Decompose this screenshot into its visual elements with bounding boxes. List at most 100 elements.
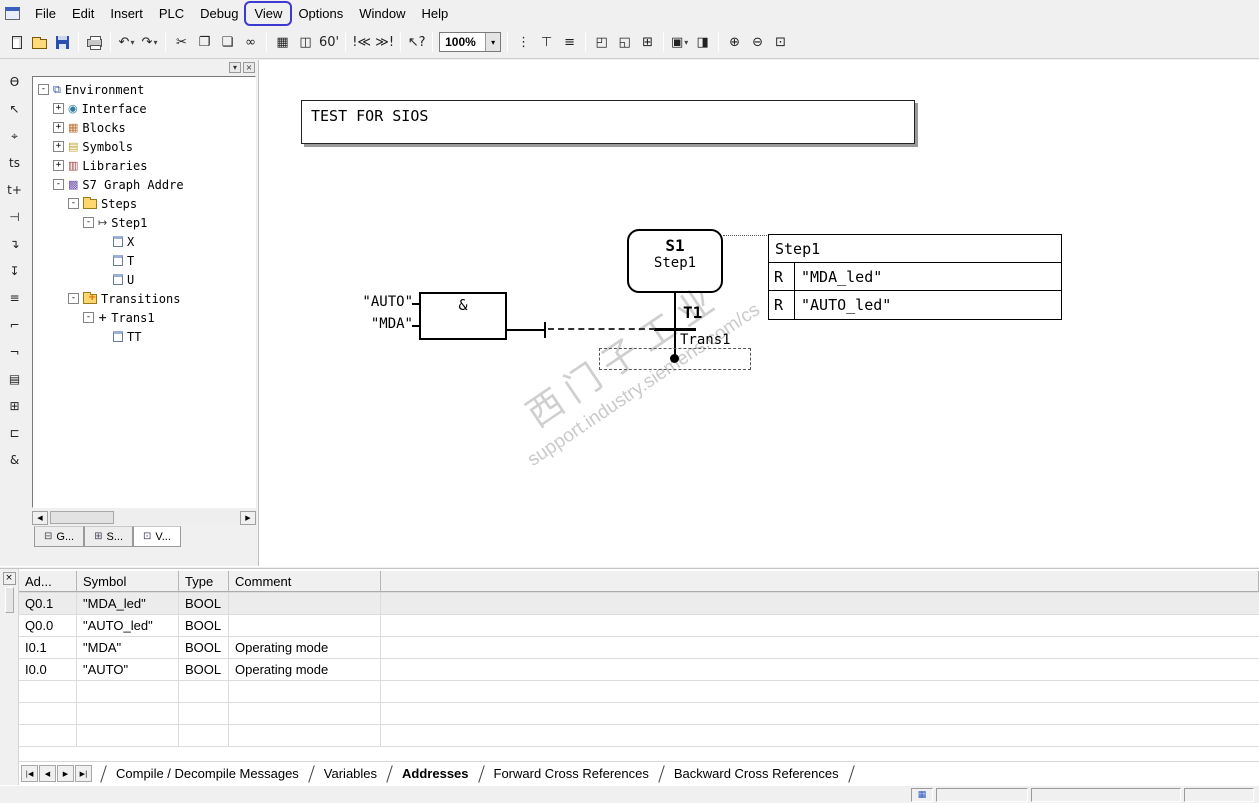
details-close-button[interactable]: × [2, 572, 16, 585]
and-input-mda[interactable]: "MDA" [343, 316, 413, 332]
tab-forward-cross-references[interactable]: Forward Cross References [492, 766, 651, 781]
insert-jump-tool-button[interactable]: ↴ [4, 234, 25, 254]
zoom-select[interactable]: 100% ▾ [439, 32, 502, 52]
tree-tab-sequencer[interactable]: ⊞ S... [84, 526, 134, 547]
table-row[interactable]: I0.1 "MDA" BOOL Operating mode [19, 637, 1259, 659]
open-button[interactable] [28, 31, 51, 53]
and-block[interactable]: & [419, 292, 507, 340]
first-tab-button[interactable]: |◀ [21, 765, 38, 782]
single-step-view-button[interactable]: ⊤ [535, 31, 558, 53]
insert-transition-tool-button[interactable]: t+ [4, 180, 25, 200]
table-row-empty[interactable] [19, 681, 1259, 703]
graph-editor-canvas[interactable]: 西门子工业 support.industry.siemens.com/cs TE… [258, 60, 1259, 566]
action-table[interactable]: Step1 R "MDA_led" R "AUTO_led" [768, 234, 1062, 320]
show-symbols-button[interactable]: ◰ [590, 31, 613, 53]
expander-icon[interactable]: - [83, 312, 94, 323]
new-button[interactable] [5, 31, 28, 53]
step-s1-box[interactable]: S1 Step1 [627, 229, 723, 293]
chevron-down-icon[interactable]: ▾ [485, 33, 501, 51]
table-row-empty[interactable] [19, 725, 1259, 747]
tree-horizontal-scrollbar[interactable]: ◀ ▶ [32, 510, 256, 525]
undo-button[interactable]: ↶ ▾ [115, 31, 138, 53]
tab-backward-cross-references[interactable]: Backward Cross References [672, 766, 841, 781]
menu-edit[interactable]: Edit [64, 3, 102, 24]
menu-file[interactable]: File [27, 3, 64, 24]
insert-call-tool-button[interactable]: ⊏ [4, 423, 25, 443]
insert-action-tool-button[interactable]: ▤ [4, 369, 25, 389]
tree-item-blocks[interactable]: + ▦ Blocks [36, 118, 255, 137]
tree-item-steps[interactable]: - Steps [36, 194, 255, 213]
insert-step-tool-button[interactable]: ts [4, 153, 25, 173]
menu-help[interactable]: Help [414, 3, 457, 24]
select-tool-button[interactable]: ↖ [4, 99, 25, 119]
show-conditions-button[interactable]: ⊞ [636, 31, 659, 53]
tree-item-x[interactable]: X [36, 232, 255, 251]
menu-plc[interactable]: PLC [151, 3, 192, 24]
column-header-comment[interactable]: Comment [229, 571, 381, 592]
show-comments-button[interactable]: ◱ [613, 31, 636, 53]
tree-item-tt[interactable]: TT [36, 327, 255, 346]
close-simultaneous-branch-button[interactable]: ¬ [4, 342, 25, 362]
close-branch-tool-button[interactable]: ↧ [4, 261, 25, 281]
zoom-fit-button[interactable]: ⊡ [769, 31, 792, 53]
menu-window[interactable]: Window [351, 3, 413, 24]
expander-icon[interactable]: + [53, 160, 64, 171]
previous-tab-button[interactable]: ◀ [39, 765, 56, 782]
tree-item-trans1[interactable]: - + Trans1 [36, 308, 255, 327]
menu-debug[interactable]: Debug [192, 3, 246, 24]
context-help-button[interactable]: ↖? [405, 31, 428, 53]
expander-icon[interactable]: + [53, 122, 64, 133]
panel-close-button[interactable]: × [243, 61, 255, 73]
table-row[interactable]: I0.0 "AUTO" BOOL Operating mode [19, 659, 1259, 681]
tree-item-symbols[interactable]: + ▤ Symbols [36, 137, 255, 156]
tree-item-interface[interactable]: + ◉ Interface [36, 99, 255, 118]
overview-button[interactable]: ≡ [558, 31, 581, 53]
scrollbar-thumb[interactable] [50, 511, 114, 524]
tree-item-u[interactable]: U [36, 270, 255, 289]
table-row[interactable]: Q0.0 "AUTO_led" BOOL [19, 615, 1259, 637]
expander-icon[interactable]: + [53, 103, 64, 114]
print-button[interactable] [83, 31, 106, 53]
transition-crossbar[interactable] [654, 328, 696, 331]
scroll-right-icon[interactable]: ▶ [240, 510, 256, 525]
copy-button[interactable]: ❐ [193, 31, 216, 53]
tree-item-t[interactable]: T [36, 251, 255, 270]
sequence-view-button[interactable]: ⋮ [512, 31, 535, 53]
details-panel-grip[interactable] [4, 587, 14, 613]
expander-icon[interactable]: - [68, 198, 79, 209]
table-row[interactable]: Q0.1 "MDA_led" BOOL [19, 593, 1259, 615]
last-tab-button[interactable]: ▶| [75, 765, 92, 782]
save-button[interactable] [51, 31, 74, 53]
open-alternative-branch-button[interactable]: ⊣ [4, 207, 25, 227]
action-row[interactable]: R "MDA_led" [769, 263, 1061, 291]
tab-variables[interactable]: Variables [322, 766, 379, 781]
expander-icon[interactable]: - [68, 293, 79, 304]
and-operator-tool-button[interactable]: & [4, 450, 25, 470]
expander-icon[interactable]: + [53, 141, 64, 152]
monitor-button[interactable]: 60' [317, 31, 341, 53]
detail-view-button[interactable]: ▦ [271, 31, 294, 53]
action-row[interactable]: R "AUTO_led" [769, 291, 1061, 319]
tree-item-s7-graph-addresses[interactable]: - ▩ S7 Graph Addre [36, 175, 255, 194]
tab-compile-decompile-messages[interactable]: Compile / Decompile Messages [114, 766, 301, 781]
insert-condition-tool-button[interactable]: ⊞ [4, 396, 25, 416]
menu-view[interactable]: View [244, 0, 293, 26]
column-header-address[interactable]: Ad... [19, 571, 77, 592]
column-header-type[interactable]: Type [179, 571, 229, 592]
comment-box[interactable]: TEST FOR SIOS [301, 100, 915, 144]
column-header-symbol[interactable]: Symbol [77, 571, 179, 592]
tree-item-environment[interactable]: - ⧉ Environment [36, 80, 255, 99]
cut-button[interactable]: ✂ [170, 31, 193, 53]
tab-addresses[interactable]: Addresses [400, 766, 470, 781]
scroll-left-icon[interactable]: ◀ [32, 510, 48, 525]
paste-button[interactable]: ❏ [216, 31, 239, 53]
tree-tab-variables[interactable]: ⊡ V... [133, 526, 181, 547]
expander-icon[interactable]: - [53, 179, 64, 190]
tree-panel-grip[interactable]: ▾ × [30, 60, 258, 74]
zoom-in-button[interactable]: ⊕ [723, 31, 746, 53]
menu-options[interactable]: Options [290, 3, 351, 24]
next-error-button[interactable]: ≫! [373, 31, 396, 53]
next-tab-button[interactable]: ▶ [57, 765, 74, 782]
lock-tool-button[interactable]: Ѳ [4, 72, 25, 92]
and-input-auto[interactable]: "AUTO" [343, 294, 413, 310]
